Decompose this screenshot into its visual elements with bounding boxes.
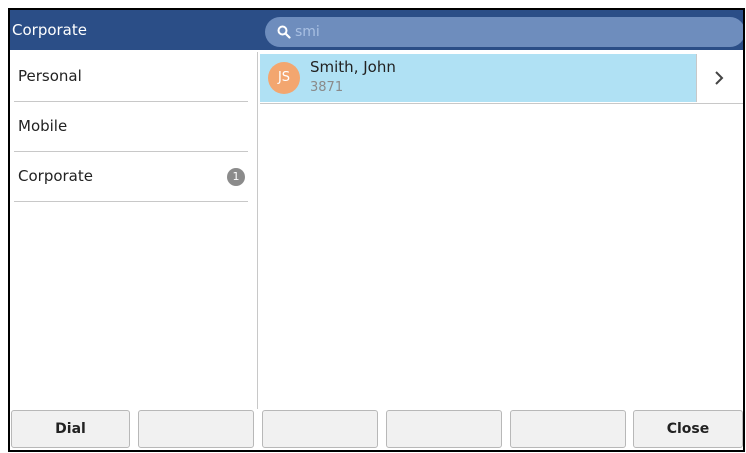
phone-screen: Corporate smi Personal Mobile Corporate …: [8, 8, 745, 452]
softkey-2[interactable]: [138, 410, 254, 448]
softkey-4[interactable]: [386, 410, 502, 448]
divider: [260, 103, 743, 104]
sidebar-item-label: Personal: [18, 67, 82, 85]
chevron-right-icon: [715, 71, 724, 85]
contact-number: 3871: [310, 80, 344, 95]
search-input[interactable]: smi: [265, 17, 743, 47]
contact-details-button[interactable]: [696, 54, 741, 102]
contact-name: Smith, John: [310, 58, 396, 76]
contact-row[interactable]: JS Smith, John 3871: [260, 54, 696, 102]
result-count-badge: 1: [227, 168, 245, 186]
sidebar-item-label: Mobile: [18, 117, 68, 135]
header-bar: Corporate smi: [10, 10, 743, 50]
directory-sidebar: Personal Mobile Corporate 1: [10, 52, 258, 409]
avatar: JS: [268, 62, 300, 94]
sidebar-item-label: Corporate: [18, 167, 93, 185]
sidebar-item-mobile[interactable]: Mobile: [14, 102, 248, 152]
dial-button[interactable]: Dial: [11, 410, 130, 448]
search-query-text: smi: [295, 24, 320, 40]
results-list: JS Smith, John 3871: [257, 52, 743, 409]
sidebar-item-corporate[interactable]: Corporate 1: [14, 152, 248, 202]
sidebar-item-personal[interactable]: Personal: [14, 52, 248, 102]
header-title: Corporate: [12, 21, 87, 39]
softkey-bar: Dial Close: [10, 409, 743, 450]
softkey-3[interactable]: [262, 410, 378, 448]
close-button[interactable]: Close: [633, 410, 743, 448]
softkey-5[interactable]: [510, 410, 626, 448]
search-icon: [277, 25, 291, 39]
